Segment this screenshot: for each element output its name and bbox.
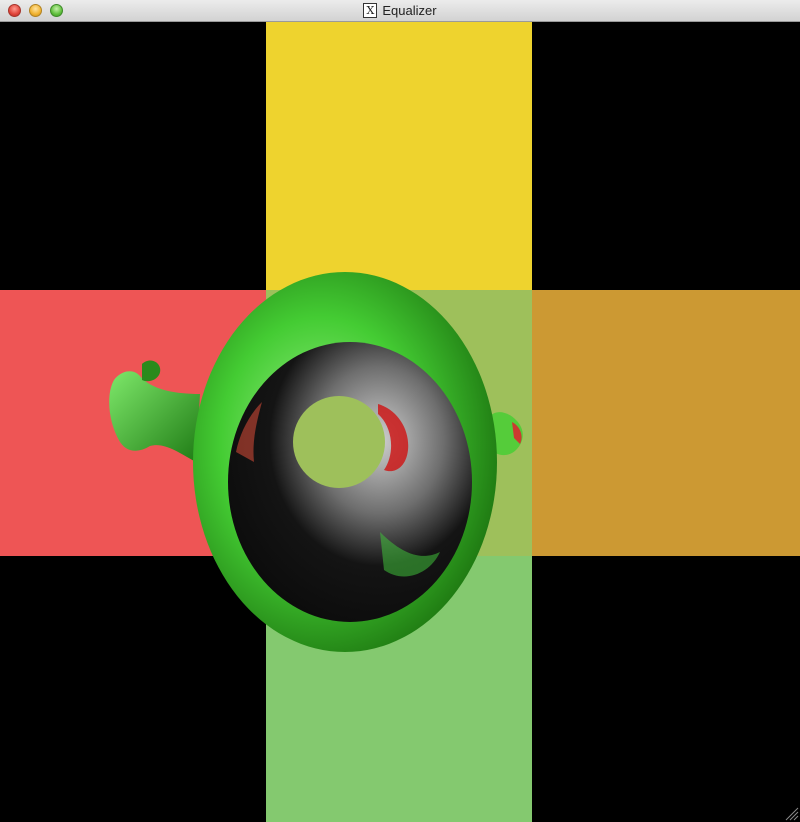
equalizer-window: X Equalizer (0, 0, 800, 822)
resize-grip[interactable] (785, 807, 799, 821)
window-title-text: Equalizer (382, 3, 437, 18)
render-viewport[interactable] (0, 22, 800, 822)
tile-right (532, 290, 800, 556)
tile-top (266, 22, 532, 290)
render-scene (0, 22, 800, 822)
window-title: X Equalizer (0, 3, 800, 19)
x11-icon: X (363, 3, 378, 18)
teapot-lid-hole (293, 396, 385, 488)
title-bar[interactable]: X Equalizer (0, 0, 800, 22)
